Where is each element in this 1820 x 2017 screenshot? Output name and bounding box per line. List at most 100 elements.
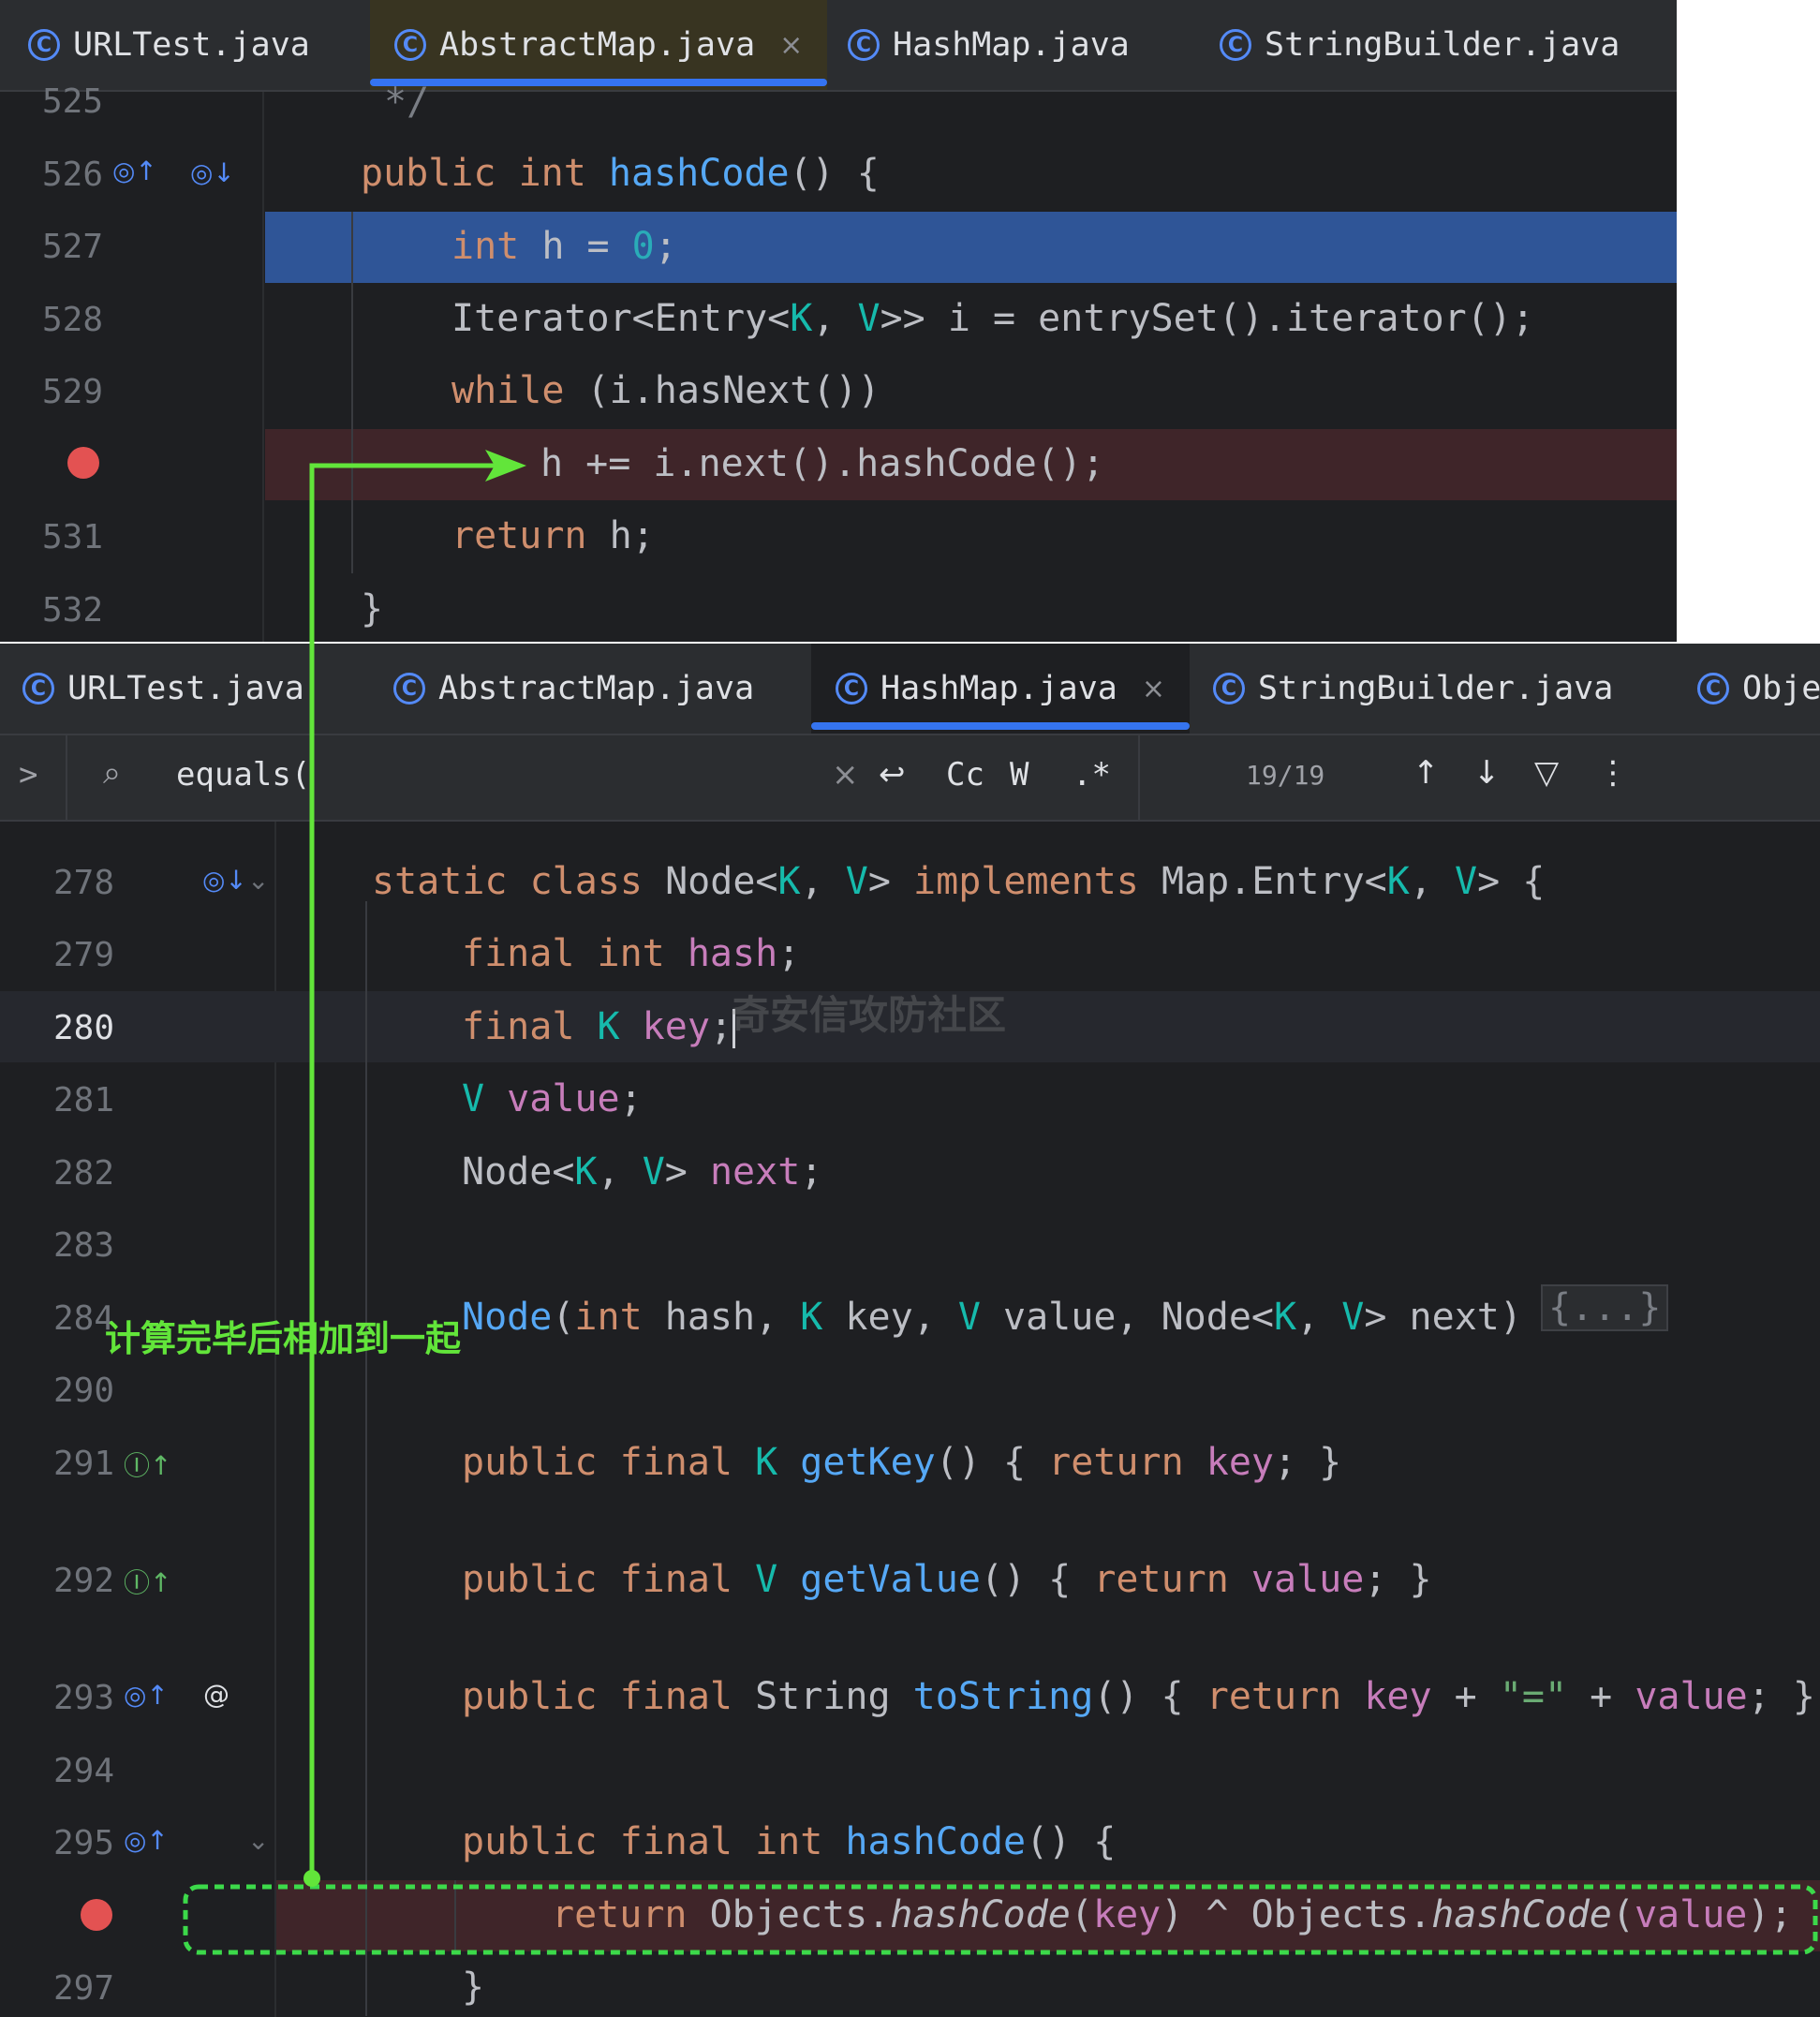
class-icon: C: [393, 673, 425, 704]
code-line: V value;: [462, 1077, 643, 1120]
annotation-label: 计算完毕后相加到一起: [105, 1318, 462, 1359]
active-tab-indicator: [811, 722, 1191, 730]
line-number: 294: [52, 1752, 114, 1790]
match-case-button[interactable]: Cc: [946, 756, 984, 793]
code-line: return Objects.hashCode(key) ^ Objects.h…: [552, 1893, 1793, 1936]
line-number: 293: [52, 1679, 114, 1717]
line-number: 284: [52, 1299, 114, 1338]
divider: [66, 735, 67, 820]
line-number: 531: [41, 518, 103, 556]
class-icon: C: [394, 29, 426, 61]
line-number: 529: [41, 373, 103, 411]
code-line: final K key;: [462, 1005, 736, 1048]
line-number: 283: [52, 1226, 114, 1265]
line-number: 295: [52, 1824, 114, 1862]
line-number: 292: [52, 1562, 114, 1600]
code-line: }: [361, 587, 384, 630]
tab-label: StringBuilder.java: [1258, 670, 1614, 707]
close-icon[interactable]: ×: [779, 29, 803, 62]
tab-label: StringBuilder.java: [1265, 26, 1620, 64]
code-line: Node(int hash, K key, V value, Node<K, V…: [462, 1296, 1546, 1339]
tab-hashmap[interactable]: C HashMap.java: [848, 0, 1130, 90]
tab-stringbuilder[interactable]: C StringBuilder.java: [1213, 644, 1613, 734]
class-icon: C: [22, 673, 54, 704]
code-line: int h = 0;: [451, 225, 677, 268]
active-tab-indicator: [370, 79, 828, 86]
annotation-at-icon[interactable]: @: [203, 1679, 229, 1710]
close-icon[interactable]: ×: [1142, 673, 1165, 705]
override-up-icon[interactable]: ◎↑: [124, 1680, 169, 1711]
code-line: final int hash;: [462, 932, 801, 975]
tab-label: HashMap.java: [893, 26, 1130, 64]
line-number: 528: [41, 301, 103, 339]
implemented-down-icon[interactable]: ◎↓: [202, 865, 247, 896]
newline-icon[interactable]: ↩: [879, 756, 906, 793]
breakpoint-icon[interactable]: [81, 1899, 112, 1931]
class-icon: C: [28, 29, 60, 61]
code-line: Node<K, V> next;: [462, 1150, 823, 1194]
fold-chevron-icon[interactable]: ⌄: [247, 1825, 269, 1856]
class-icon: C: [1697, 673, 1729, 704]
code-line: public final int hashCode() {: [462, 1820, 1117, 1863]
tab-label: Obje: [1742, 670, 1820, 707]
folded-code-placeholder[interactable]: {...}: [1541, 1284, 1669, 1331]
line-number: 525: [41, 82, 103, 121]
gutter-divider: [262, 92, 264, 642]
indent-guide: [454, 1880, 456, 1951]
search-icon[interactable]: ⌕: [103, 754, 121, 792]
class-icon: C: [1213, 673, 1245, 704]
previous-occurrence-icon[interactable]: ↑: [1413, 754, 1440, 792]
code-line: public final K getKey() { return key; }: [462, 1441, 1342, 1484]
search-input[interactable]: equals(: [176, 756, 310, 793]
override-up-icon[interactable]: ◎↑: [124, 1825, 169, 1856]
next-occurrence-icon[interactable]: ↓: [1473, 754, 1501, 792]
breakpoint-icon[interactable]: [67, 447, 99, 479]
tab-label: HashMap.java: [880, 670, 1117, 707]
code-line: h += i.next().hashCode();: [540, 442, 1105, 485]
line-number: 279: [52, 936, 114, 974]
match-count: 19/19: [1246, 760, 1325, 791]
code-comment: */: [384, 81, 430, 124]
line-number: 281: [52, 1081, 114, 1120]
find-bar: > ⌕ equals( × ↩ Cc W .* 19/19 ↑ ↓ ▽ ⋮: [0, 735, 1820, 822]
fold-chevron-icon[interactable]: ⌄: [247, 865, 269, 896]
indent-guide: [365, 901, 367, 2016]
tab-label: URLTest.java: [67, 670, 304, 707]
line-number: 526: [41, 156, 103, 194]
line-number: 527: [41, 228, 103, 266]
implements-up-icon[interactable]: Ⓘ↑: [124, 1563, 171, 1600]
more-options-icon[interactable]: ⋮: [1597, 754, 1629, 792]
top-editor-panel: C URLTest.java C AbstractMap.java × C Ha…: [0, 0, 1677, 642]
tab-urltest[interactable]: C URLTest.java: [28, 0, 310, 90]
tab-label: URLTest.java: [73, 26, 310, 64]
line-number: 297: [52, 1969, 114, 2008]
tab-stringbuilder[interactable]: C StringBuilder.java: [1220, 0, 1620, 90]
code-line: public final String toString() { return …: [462, 1675, 1815, 1718]
tab-hashmap[interactable]: C HashMap.java ×: [811, 644, 1191, 734]
regex-button[interactable]: .*: [1073, 756, 1111, 793]
tab-abstractmap[interactable]: C AbstractMap.java: [393, 644, 754, 734]
watermark: 奇安信攻防社区: [731, 992, 1007, 1038]
implemented-down-icon[interactable]: ◎↓: [190, 157, 235, 188]
tab-abstractmap[interactable]: C AbstractMap.java ×: [370, 0, 828, 90]
whole-words-button[interactable]: W: [1010, 756, 1028, 793]
indent-guide: [351, 212, 353, 573]
class-icon: C: [1220, 29, 1251, 61]
line-number: 290: [52, 1372, 114, 1410]
code-line: }: [462, 1965, 485, 2009]
code-line: public final V getValue() { return value…: [462, 1558, 1432, 1601]
code-line: while (i.hasNext()): [451, 369, 880, 412]
line-number-current: 280: [52, 1009, 114, 1047]
code-line: Iterator<Entry<K, V>> i = entrySet().ite…: [451, 297, 1534, 340]
filter-icon[interactable]: ▽: [1534, 754, 1559, 792]
tab-urltest[interactable]: C URLTest.java: [22, 644, 304, 734]
line-number: 532: [41, 591, 103, 630]
class-icon: C: [848, 29, 880, 61]
expand-replace-icon[interactable]: >: [19, 756, 37, 793]
top-tab-bar: C URLTest.java C AbstractMap.java × C Ha…: [0, 0, 1677, 92]
implements-up-icon[interactable]: Ⓘ↑: [124, 1446, 171, 1483]
clear-search-icon[interactable]: ×: [832, 756, 859, 793]
line-number: 291: [52, 1445, 114, 1483]
override-up-icon[interactable]: ◎↑: [112, 156, 157, 186]
tab-object[interactable]: C Obje: [1697, 644, 1820, 734]
